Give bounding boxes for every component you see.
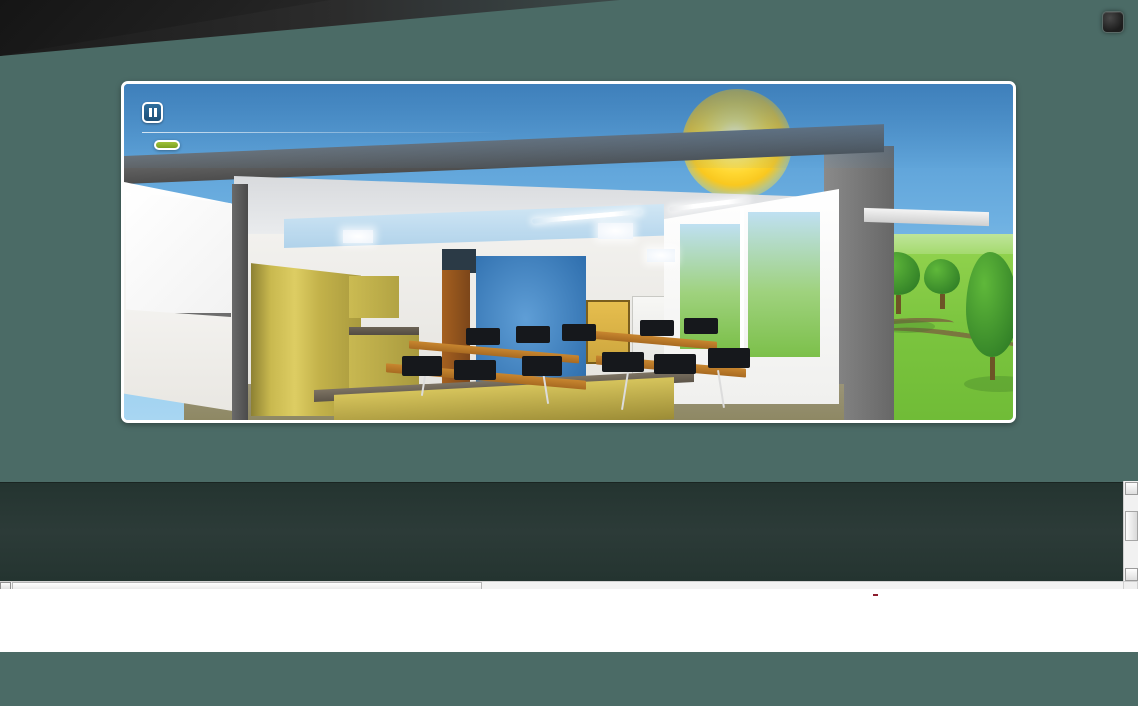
bottom-navigation: [0, 482, 1124, 581]
window-mullion: [740, 208, 744, 358]
scroll-down-icon[interactable]: [1125, 568, 1138, 581]
chair: [654, 354, 696, 374]
chair: [454, 360, 496, 380]
ceiling-light: [647, 249, 675, 262]
whiteboard: [126, 192, 231, 317]
chair: [602, 352, 644, 372]
brand-rule: [873, 594, 878, 596]
chair: [562, 324, 596, 341]
tree-icon: [966, 252, 1013, 380]
pause-icon[interactable]: [142, 102, 163, 123]
chair: [522, 356, 562, 376]
upper-cabinet: [349, 276, 399, 318]
vertical-scrollbar[interactable]: [1123, 481, 1138, 582]
chair: [708, 348, 750, 368]
close-icon[interactable]: [1102, 11, 1124, 33]
chair: [640, 320, 674, 336]
chair: [684, 318, 718, 334]
tree-icon: [924, 259, 960, 309]
app-header: [0, 0, 1138, 56]
ceiling-light: [343, 230, 373, 243]
page-footer: [0, 589, 1138, 652]
automated-logic-logo: [873, 593, 878, 597]
chair: [466, 328, 500, 345]
ceiling-light: [598, 223, 633, 239]
question-row: [142, 140, 180, 150]
overlay-divider: [142, 132, 502, 133]
window-glass: [748, 212, 820, 357]
bottom-teal-strip: [0, 652, 1138, 706]
chair: [402, 356, 442, 376]
artificial-lighting-caption: [549, 272, 699, 282]
animation-panel[interactable]: [121, 81, 1016, 423]
chair: [516, 326, 550, 343]
scroll-up-icon[interactable]: [1125, 482, 1138, 495]
artificial-lighting-stat: [549, 270, 699, 282]
view-more-button[interactable]: [154, 140, 180, 150]
counter-top: [349, 327, 419, 335]
tab-bar: [0, 63, 1138, 83]
pause-animation-button[interactable]: [142, 102, 172, 123]
structural-pillar: [232, 184, 248, 420]
vertical-scroll-thumb[interactable]: [1125, 511, 1138, 541]
